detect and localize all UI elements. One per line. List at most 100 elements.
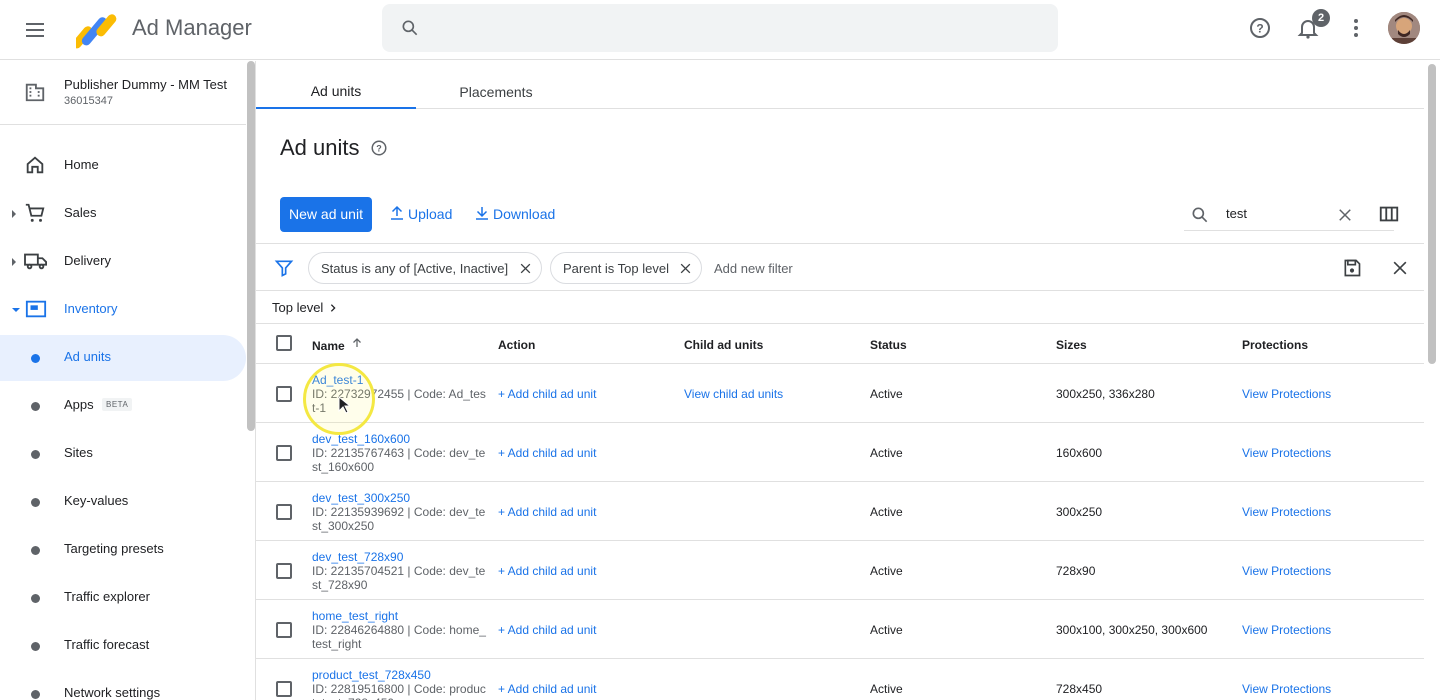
bullet-icon [31,642,40,651]
help-icon[interactable]: ? [1248,16,1272,40]
tab-ad-units[interactable]: Ad units [256,61,416,109]
filter-chip-label: Status is any of [Active, Inactive] [321,261,509,276]
sidebar-item-label: Apps [64,397,94,412]
account-avatar[interactable] [1388,12,1420,44]
sidebar-item-label: Traffic explorer [64,589,150,604]
table-search-field[interactable]: test [1184,199,1394,231]
sidebar-item-label: Ad units [64,349,111,364]
close-icon[interactable] [679,262,692,275]
table-search-value[interactable]: test [1226,206,1247,221]
row-checkbox[interactable] [276,622,292,638]
bullet-icon [31,450,40,459]
row-checkbox[interactable] [276,563,292,579]
view-protections-link[interactable]: View Protections [1242,387,1331,401]
bullet-icon [31,594,40,603]
tab-placements[interactable]: Placements [416,61,576,109]
add-child-ad-unit-link[interactable]: + Add child ad unit [498,505,596,519]
save-filter-icon[interactable] [1342,258,1362,278]
row-checkbox[interactable] [276,681,292,697]
view-child-ad-units-link[interactable]: View child ad units [684,387,783,401]
sidebar-item-delivery[interactable]: Delivery [0,239,246,285]
search-icon [1192,207,1208,223]
ad-unit-meta: ID: 22135939692 | Code: dev_test_300x250 [312,505,486,533]
status-value: Active [870,682,903,696]
sidebar-item-label: Network settings [64,685,161,700]
mouse-pointer-icon [338,396,350,414]
bullet-icon [31,354,40,363]
sizes-value: 728x450 [1056,682,1103,696]
filter-chip-status[interactable]: Status is any of [Active, Inactive] [308,252,542,284]
sidebar-item-label: Sales [64,205,97,220]
help-icon[interactable]: ? [370,139,388,157]
view-protections-link[interactable]: View Protections [1242,446,1331,460]
add-child-ad-unit-link[interactable]: + Add child ad unit [498,446,596,460]
sidebar-item-inventory[interactable]: Inventory [0,287,246,333]
ad-unit-meta: ID: 22135767463 | Code: dev_test_160x600 [312,446,486,474]
ad-unit-name-link[interactable]: dev_test_728x90 [312,550,403,564]
close-icon[interactable] [519,262,532,275]
upload-button[interactable]: Upload [388,204,458,224]
add-child-ad-unit-link[interactable]: + Add child ad unit [498,682,596,696]
view-protections-link[interactable]: View Protections [1242,623,1331,637]
table-header: Name Action Child ad units Status Sizes … [256,323,1424,364]
sidebar-item-sites[interactable]: Sites [0,431,246,477]
sidebar-item-label: Delivery [64,253,111,268]
filter-chip-label: Parent is Top level [563,261,669,276]
download-button[interactable]: Download [473,204,563,224]
sidebar-item-ad-units[interactable]: Ad units [0,335,246,381]
column-header-sizes: Sizes [1056,338,1087,352]
hamburger-menu-icon[interactable] [22,16,50,44]
ad-unit-name-link[interactable]: product_test_728x450 [312,668,431,682]
ad-unit-name-link[interactable]: home_test_right [312,609,398,623]
status-value: Active [870,564,903,578]
view-protections-link[interactable]: View Protections [1242,505,1331,519]
sizes-value: 300x250, 336x280 [1056,387,1155,401]
top-bar: Ad Manager ? 2 [0,0,1440,60]
sidebar-item-home[interactable]: Home [0,143,246,189]
publisher-selector[interactable]: Publisher Dummy - MM Test 36015347 [0,61,246,125]
add-child-ad-unit-link[interactable]: + Add child ad unit [498,564,596,578]
page-title: Ad units [280,135,360,160]
sort-ascending-icon[interactable] [351,336,363,350]
sidebar-item-apps[interactable]: Apps BETA [0,383,246,429]
sidebar-item-traffic-explorer[interactable]: Traffic explorer [0,575,246,621]
row-checkbox[interactable] [276,504,292,520]
sidebar-scrollbar[interactable] [247,61,255,431]
sidebar-item-network-settings[interactable]: Network settings [0,671,246,700]
breadcrumb[interactable]: Top level [272,300,323,315]
row-checkbox[interactable] [276,445,292,461]
view-protections-link[interactable]: View Protections [1242,564,1331,578]
ad-unit-name-link[interactable]: dev_test_300x250 [312,491,410,505]
table-row: dev_test_160x600 ID: 22135767463 | Code:… [256,423,1424,482]
sidebar-item-label: Key-values [64,493,129,508]
column-header-name[interactable]: Name [312,339,345,353]
more-vert-icon[interactable] [1344,16,1368,40]
select-all-checkbox[interactable] [276,335,292,351]
add-child-ad-unit-link[interactable]: + Add child ad unit [498,623,596,637]
column-header-child-ad-units: Child ad units [684,338,764,352]
column-settings-icon[interactable] [1378,203,1400,225]
filter-icon[interactable] [274,258,294,278]
chevron-right-icon [12,258,16,266]
table-row: home_test_right ID: 22846264880 | Code: … [256,600,1424,659]
column-header-status[interactable]: Status [870,338,907,352]
row-checkbox[interactable] [276,386,292,402]
view-protections-link[interactable]: View Protections [1242,682,1331,696]
new-ad-unit-button[interactable]: New ad unit [280,197,372,232]
ad-unit-meta: ID: 22846264880 | Code: home_test_right [312,623,486,651]
svg-text:?: ? [1256,22,1263,36]
table-row: dev_test_728x90 ID: 22135704521 | Code: … [256,541,1424,600]
ad-unit-name-link[interactable]: dev_test_160x600 [312,432,410,446]
sidebar-item-traffic-forecast[interactable]: Traffic forecast [0,623,246,669]
global-search-bar[interactable] [382,4,1058,52]
close-filters-icon[interactable] [1390,258,1410,278]
table-row: Ad_test-1 ID: 22732972455 | Code: Ad_tes… [256,364,1424,423]
add-child-ad-unit-link[interactable]: + Add child ad unit [498,387,596,401]
clear-search-icon[interactable] [1336,206,1354,224]
add-filter-input[interactable]: Add new filter [714,261,793,276]
filter-chip-parent[interactable]: Parent is Top level [550,252,702,284]
sidebar-item-targeting-presets[interactable]: Targeting presets [0,527,246,573]
main-scrollbar[interactable] [1428,64,1436,364]
sidebar-item-key-values[interactable]: Key-values [0,479,246,525]
sidebar-item-sales[interactable]: Sales [0,191,246,237]
